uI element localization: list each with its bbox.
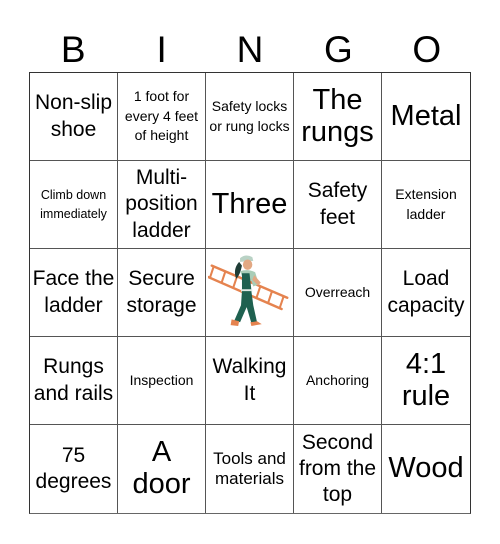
bingo-cell[interactable]: Overreach — [294, 249, 382, 337]
bingo-cell[interactable]: Non-slip shoe — [30, 73, 118, 161]
bingo-cell[interactable]: Second from the top — [294, 425, 382, 513]
bingo-cell[interactable]: Three — [206, 161, 294, 249]
bingo-cell[interactable]: Face the ladder — [30, 249, 118, 337]
bingo-cell[interactable]: 75 degrees — [30, 425, 118, 513]
cell-text: Climb down immediately — [40, 188, 107, 221]
cell-text: Non-slip shoe — [34, 91, 113, 141]
cell-text: Safety locks or rung locks — [209, 97, 290, 134]
bingo-cell[interactable]: Secure storage — [118, 249, 206, 337]
bingo-cell[interactable]: 1 foot for every 4 feet of height — [118, 73, 206, 161]
worker-carrying-ladder-icon — [208, 254, 289, 326]
cell-text: Overreach — [304, 283, 371, 300]
bingo-cell[interactable]: Tools and materials — [206, 425, 294, 513]
bingo-cell[interactable]: Walking It — [206, 337, 294, 425]
bingo-cell[interactable]: Inspection — [118, 337, 206, 425]
bingo-cell[interactable]: Anchoring — [294, 337, 382, 425]
cell-text: Inspection — [129, 371, 194, 388]
cell-text: Tools and materials — [213, 448, 286, 488]
bingo-cell[interactable]: A door — [118, 425, 206, 513]
cell-text: Wood — [388, 452, 464, 485]
header-letter-i: I — [156, 29, 167, 70]
cell-text: The rungs — [301, 83, 374, 148]
cell-text: Safety feet — [307, 179, 368, 229]
bingo-cell[interactable]: Safety locks or rung locks — [206, 73, 294, 161]
cell-text: Secure storage — [126, 267, 197, 317]
header-letter-g: G — [324, 29, 353, 70]
bingo-cell[interactable]: Multi-position ladder — [118, 161, 206, 249]
cell-text: Load capacity — [387, 267, 465, 317]
cell-text: Metal — [390, 99, 462, 132]
bingo-grid: Non-slip shoe 1 foot for every 4 feet of … — [29, 72, 471, 514]
cell-text: Second from the top — [298, 430, 377, 507]
bingo-cell[interactable]: The rungs — [294, 73, 382, 161]
cell-text: Three — [211, 187, 288, 220]
bingo-cell[interactable]: Climb down immediately — [30, 161, 118, 249]
header-letter-n: N — [236, 29, 264, 70]
cell-text: Multi-position ladder — [125, 166, 198, 242]
bingo-cell[interactable]: Safety feet — [294, 161, 382, 249]
cell-text: Anchoring — [305, 371, 370, 388]
cell-text: Face the ladder — [32, 267, 115, 317]
cell-text: 75 degrees — [35, 443, 112, 493]
cell-text: Walking It — [212, 355, 287, 405]
cell-text: 4:1 rule — [401, 347, 451, 412]
cell-text: Rungs and rails — [33, 355, 114, 405]
header-letter-b: B — [60, 29, 86, 70]
bingo-cell[interactable]: Extension ladder — [382, 161, 470, 249]
bingo-cell[interactable]: Rungs and rails — [30, 337, 118, 425]
free-space-cell[interactable] — [206, 249, 294, 337]
bingo-cell[interactable]: Wood — [382, 425, 470, 513]
cell-text: A door — [132, 436, 191, 500]
bingo-cell[interactable]: Load capacity — [382, 249, 470, 337]
cell-text: Extension ladder — [395, 185, 457, 222]
bingo-cell[interactable]: 4:1 rule — [382, 337, 470, 425]
bingo-cell[interactable]: Metal — [382, 73, 470, 161]
cell-text: 1 foot for every 4 feet of height — [124, 88, 199, 144]
header-letter-o: O — [412, 29, 442, 70]
bingo-header: B I N G O — [29, 28, 471, 72]
